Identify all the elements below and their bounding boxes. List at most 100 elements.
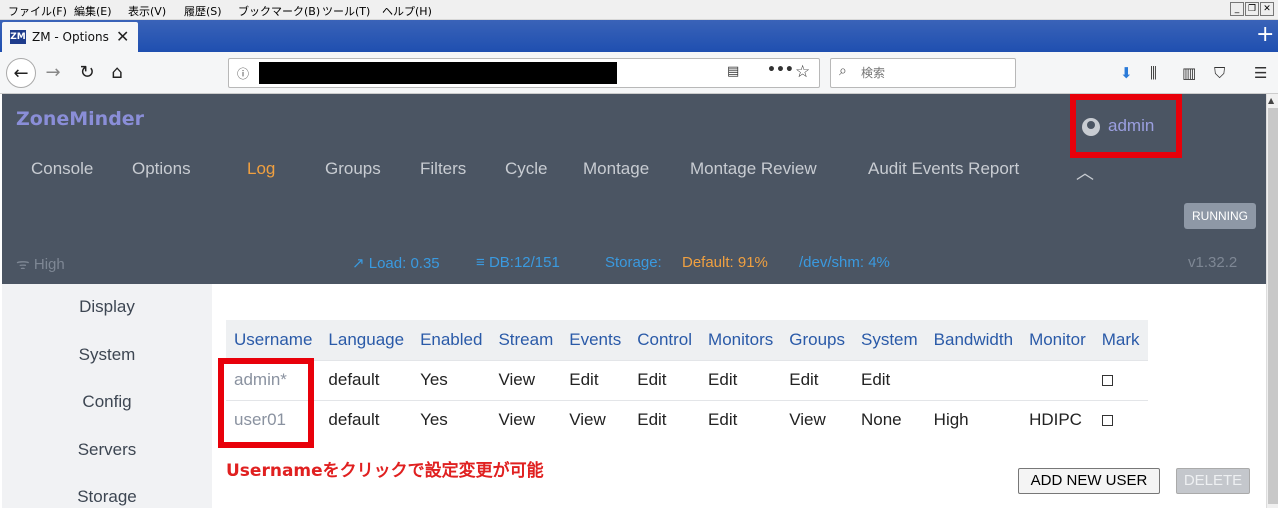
nav-log[interactable]: Log	[247, 159, 275, 179]
username-highlight	[218, 358, 314, 448]
table-cell: Edit	[700, 399, 782, 440]
sidebar-item-servers[interactable]: Servers	[2, 440, 212, 460]
restore-icon[interactable]: ❐	[1245, 2, 1259, 16]
col-language: Language	[320, 320, 413, 360]
mark-cell	[1093, 359, 1148, 400]
db-status: ≡ DB:12/151	[476, 254, 560, 271]
sidebar-item-storage[interactable]: Storage	[2, 487, 212, 507]
nav-filters[interactable]: Filters	[420, 159, 466, 179]
nav-console[interactable]: Console	[31, 159, 93, 179]
col-control: Control	[629, 320, 701, 360]
add-new-user-button[interactable]: ADD NEW USER	[1018, 468, 1160, 494]
collapse-chevron-icon[interactable]: ︿	[1076, 159, 1094, 185]
table-cell: Yes	[412, 359, 491, 400]
database-icon: ≡	[476, 254, 485, 271]
sidebar-item-display[interactable]: Display	[2, 297, 212, 317]
table-cell: HDIPC	[1021, 399, 1094, 440]
col-events: Events	[561, 320, 630, 360]
table-cell: View	[561, 399, 630, 440]
nav-groups[interactable]: Groups	[325, 159, 381, 179]
nav-audit-events-report[interactable]: Audit Events Report	[868, 159, 1019, 179]
nav-cycle[interactable]: Cycle	[505, 159, 548, 179]
nav-montage[interactable]: Montage	[583, 159, 649, 179]
table-cell: Edit	[781, 359, 853, 400]
nav-montage-review[interactable]: Montage Review	[690, 159, 817, 179]
reader-view-icon[interactable]: ▤	[727, 64, 739, 79]
bandwidth-status[interactable]: ᯤ High	[16, 254, 65, 274]
load-status: ↗ Load: 0.35	[352, 255, 440, 272]
home-icon[interactable]: ⌂	[102, 58, 132, 88]
sidebar-item-config[interactable]: Config	[2, 392, 212, 412]
col-monitor: Monitor	[1021, 320, 1094, 360]
url-bar[interactable]: ⓘ ▤ ••• ☆	[228, 58, 820, 88]
forward-icon[interactable]: →	[38, 58, 68, 88]
table-cell: None	[852, 399, 926, 440]
menu-icon[interactable]: ☰	[1254, 64, 1267, 82]
table-cell: Yes	[412, 399, 491, 440]
table-cell: View	[490, 359, 562, 400]
table-cell: default	[320, 359, 413, 400]
table-cell: Edit	[700, 359, 782, 400]
annotation-note: Usernameをクリックで設定変更が可能	[226, 461, 544, 481]
sidebar-icon[interactable]: ▥	[1182, 64, 1196, 82]
redacted-url	[259, 62, 617, 84]
mark-checkbox[interactable]	[1101, 415, 1113, 427]
browser-tab[interactable]: ZM ZM - Options ✕	[2, 22, 138, 52]
tab-title: ZM - Options	[32, 30, 109, 44]
minimize-icon[interactable]: _	[1230, 2, 1244, 16]
search-box[interactable]: ⌕	[830, 58, 1016, 88]
wifi-icon: ᯤ	[16, 256, 30, 273]
table-cell: Edit	[852, 359, 926, 400]
menu-file[interactable]: ファイル(F)	[8, 3, 67, 19]
menu-help[interactable]: ヘルプ(H)	[382, 3, 432, 19]
scroll-thumb[interactable]	[1268, 108, 1278, 504]
shield-icon[interactable]: ⛉	[1214, 64, 1225, 82]
storage-label: Storage:	[605, 254, 662, 271]
back-icon[interactable]: ←	[6, 58, 36, 88]
new-tab-icon[interactable]: +	[1256, 22, 1274, 47]
table-header-row: Username Language Enabled Stream Events …	[226, 320, 1148, 360]
mark-checkbox[interactable]	[1101, 375, 1113, 387]
download-icon[interactable]: ⬇	[1120, 64, 1133, 82]
table-row: admin* default Yes View Edit Edit Edit E…	[226, 359, 1148, 400]
users-table: Username Language Enabled Stream Events …	[226, 320, 1148, 440]
table-cell: View	[490, 399, 562, 440]
table-cell: Edit	[561, 359, 630, 400]
library-icon[interactable]: ⫼	[1150, 64, 1157, 82]
user-menu-highlight[interactable]: admin	[1070, 94, 1182, 158]
mark-cell	[1093, 399, 1148, 440]
nav-options[interactable]: Options	[132, 159, 191, 179]
search-input[interactable]	[861, 64, 1011, 82]
menu-view[interactable]: 表示(V)	[128, 3, 166, 19]
nav-toolbar: ← → ↻ ⌂ ⓘ ▤ ••• ☆ ⌕ ⬇ ⫼ ▥ ⛉ ☰	[0, 52, 1278, 94]
info-icon[interactable]: ⓘ	[237, 65, 249, 82]
scroll-up-icon[interactable]: ▲	[1268, 96, 1274, 105]
page-actions-icon[interactable]: •••	[767, 62, 794, 78]
status-running-button[interactable]: RUNNING	[1184, 203, 1256, 229]
table-cell: default	[320, 399, 413, 440]
menu-edit[interactable]: 編集(E)	[74, 3, 112, 19]
page-scrollbar[interactable]: ▲	[1266, 94, 1278, 508]
bookmark-star-icon[interactable]: ☆	[795, 62, 810, 82]
storage-shm: /dev/shm: 4%	[799, 254, 890, 271]
col-mark: Mark	[1093, 320, 1148, 360]
menu-bookmarks[interactable]: ブックマーク(B)	[238, 3, 320, 19]
delete-button[interactable]: DELETE	[1176, 468, 1250, 494]
col-monitors: Monitors	[700, 320, 782, 360]
tab-close-icon[interactable]: ✕	[116, 27, 129, 46]
version: v1.32.2	[1188, 254, 1238, 271]
trend-icon: ↗	[352, 255, 365, 272]
table-cell: View	[781, 399, 853, 440]
user-name[interactable]: admin	[1108, 116, 1154, 136]
zm-logo[interactable]: ZoneMinder	[16, 108, 144, 130]
sidebar-item-system[interactable]: System	[2, 345, 212, 365]
user-icon	[1082, 118, 1100, 136]
zm-favicon-icon: ZM	[10, 30, 26, 44]
menu-tools[interactable]: ツール(T)	[322, 3, 370, 19]
menu-history[interactable]: 履歴(S)	[184, 3, 222, 19]
search-icon: ⌕	[839, 63, 847, 79]
col-enabled: Enabled	[412, 320, 491, 360]
reload-icon[interactable]: ↻	[72, 58, 102, 88]
col-system: System	[852, 320, 926, 360]
close-window-icon[interactable]: ✕	[1260, 2, 1274, 16]
